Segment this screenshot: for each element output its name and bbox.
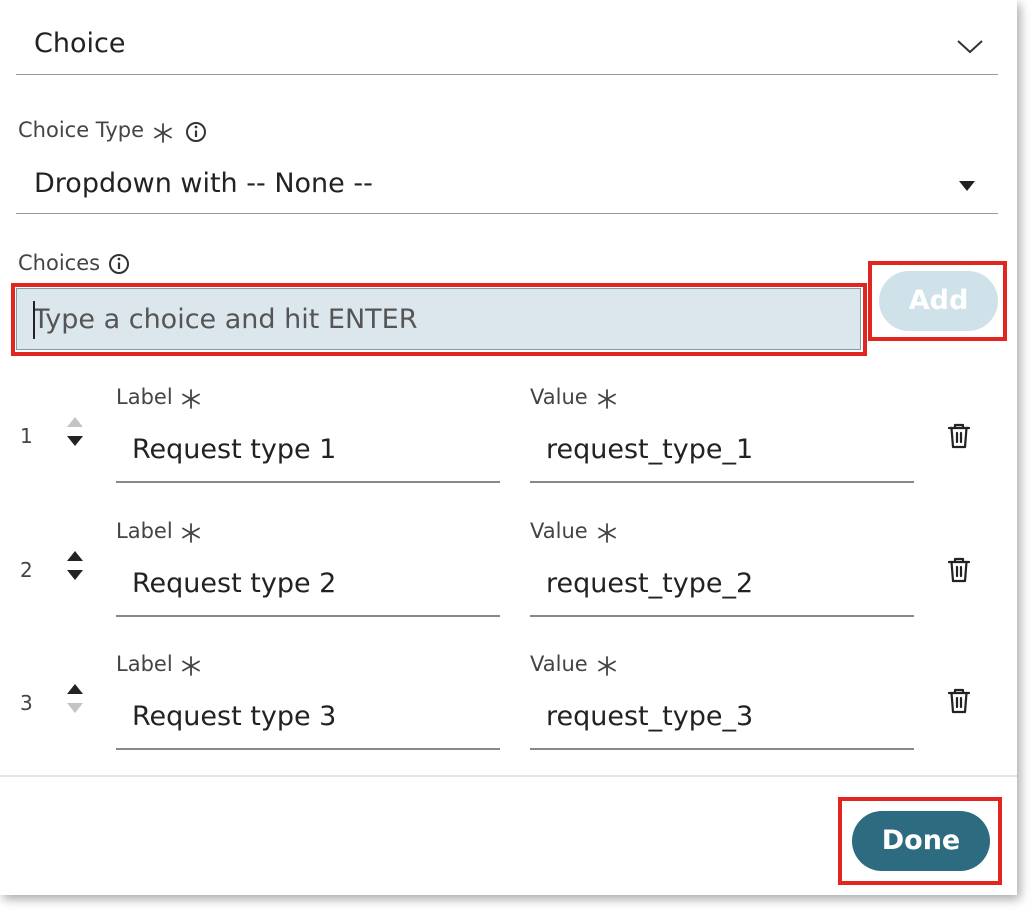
- choice-type-select[interactable]: Dropdown with -- None --: [16, 160, 998, 214]
- choice-type-underline: [16, 213, 998, 214]
- value-input[interactable]: request_type_3: [530, 691, 914, 749]
- value-input-underline: [530, 481, 914, 483]
- field-type-value: Choice: [34, 28, 126, 59]
- choice-input-highlight: [11, 283, 867, 356]
- move-up-icon: [67, 417, 83, 427]
- label-input[interactable]: Request type 2: [116, 558, 500, 616]
- choice-type-label-row: Choice Type: [18, 118, 144, 142]
- move-down-icon: [67, 703, 83, 713]
- required-asterisk-icon: [598, 523, 616, 543]
- info-icon[interactable]: [185, 121, 207, 143]
- label-input-underline: [116, 481, 500, 483]
- row-number: 2: [20, 558, 33, 582]
- label-input-underline: [116, 748, 500, 750]
- choice-row: 3 Label Request type 3 Value request_typ…: [0, 647, 1017, 757]
- choice-editor-panel: Choice Choice Type Dropdown with -- None…: [0, 0, 1017, 895]
- label-caption: Label: [116, 519, 173, 543]
- row-number: 1: [20, 424, 33, 448]
- required-asterisk-icon: [598, 389, 616, 409]
- choice-type-label: Choice Type: [18, 118, 145, 142]
- caret-down-icon[interactable]: [958, 180, 976, 192]
- row-number: 3: [20, 691, 33, 715]
- choice-row: 2 Label Request type 2 Value request_typ…: [0, 514, 1017, 624]
- required-asterisk-icon: [154, 123, 172, 143]
- value-caption: Value: [530, 652, 588, 676]
- label-caption: Label: [116, 385, 173, 409]
- value-input[interactable]: request_type_1: [530, 424, 914, 482]
- move-down-icon[interactable]: [66, 435, 84, 447]
- trash-icon[interactable]: [947, 556, 971, 584]
- value-caption: Value: [530, 519, 588, 543]
- choice-row: 1 Label Request type 1 Value request_typ…: [0, 380, 1017, 490]
- required-asterisk-icon: [182, 656, 200, 676]
- move-down-icon[interactable]: [66, 569, 84, 581]
- value-input-underline: [530, 748, 914, 750]
- label-input[interactable]: Request type 3: [116, 691, 500, 749]
- field-type-underline: [16, 74, 998, 75]
- label-input-underline: [116, 615, 500, 617]
- value-caption: Value: [530, 385, 588, 409]
- choice-type-value: Dropdown with -- None --: [34, 168, 373, 199]
- required-asterisk-icon: [182, 389, 200, 409]
- choices-label: Choices: [18, 251, 101, 275]
- done-button-highlight: [838, 797, 1002, 885]
- trash-icon[interactable]: [947, 687, 971, 715]
- value-input-underline: [530, 615, 914, 617]
- label-caption: Label: [116, 652, 173, 676]
- trash-icon[interactable]: [947, 422, 971, 450]
- add-button-highlight: [868, 261, 1007, 341]
- footer-divider: [0, 775, 1017, 777]
- field-type-select[interactable]: Choice: [16, 20, 998, 76]
- value-input[interactable]: request_type_2: [530, 558, 914, 616]
- label-input[interactable]: Request type 1: [116, 424, 500, 482]
- required-asterisk-icon: [598, 656, 616, 676]
- move-up-icon[interactable]: [66, 683, 84, 695]
- move-up-icon[interactable]: [66, 550, 84, 562]
- chevron-down-icon[interactable]: [956, 38, 984, 54]
- required-asterisk-icon: [182, 523, 200, 543]
- info-icon[interactable]: [108, 253, 130, 275]
